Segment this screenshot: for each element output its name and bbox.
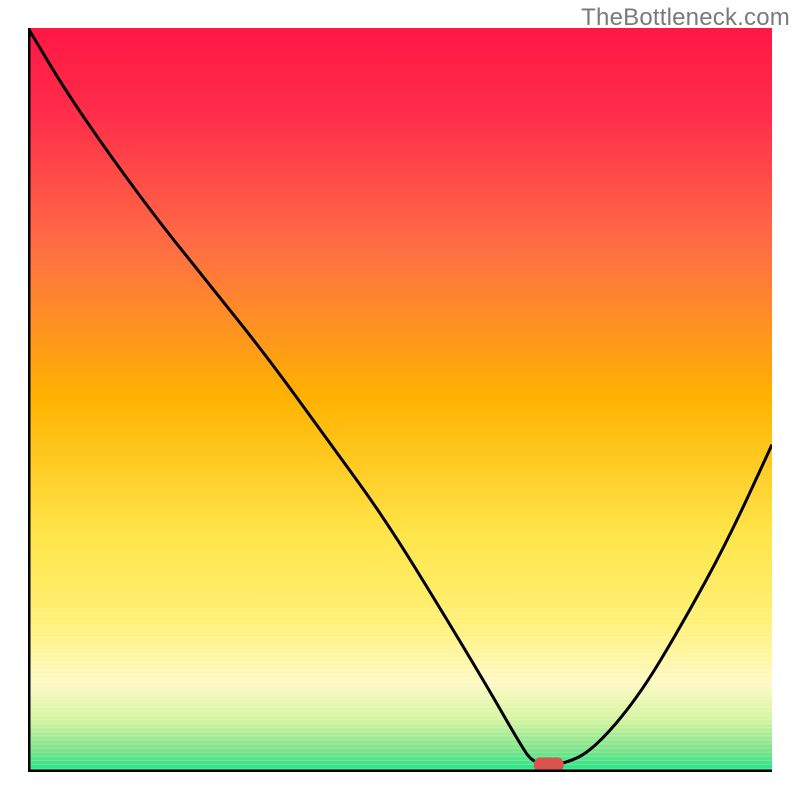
chart-container: TheBottleneck.com <box>0 0 800 800</box>
chart-svg <box>28 28 772 772</box>
chart-area <box>28 28 772 772</box>
optimal-marker <box>534 758 564 772</box>
watermark-label: TheBottleneck.com <box>581 4 790 32</box>
